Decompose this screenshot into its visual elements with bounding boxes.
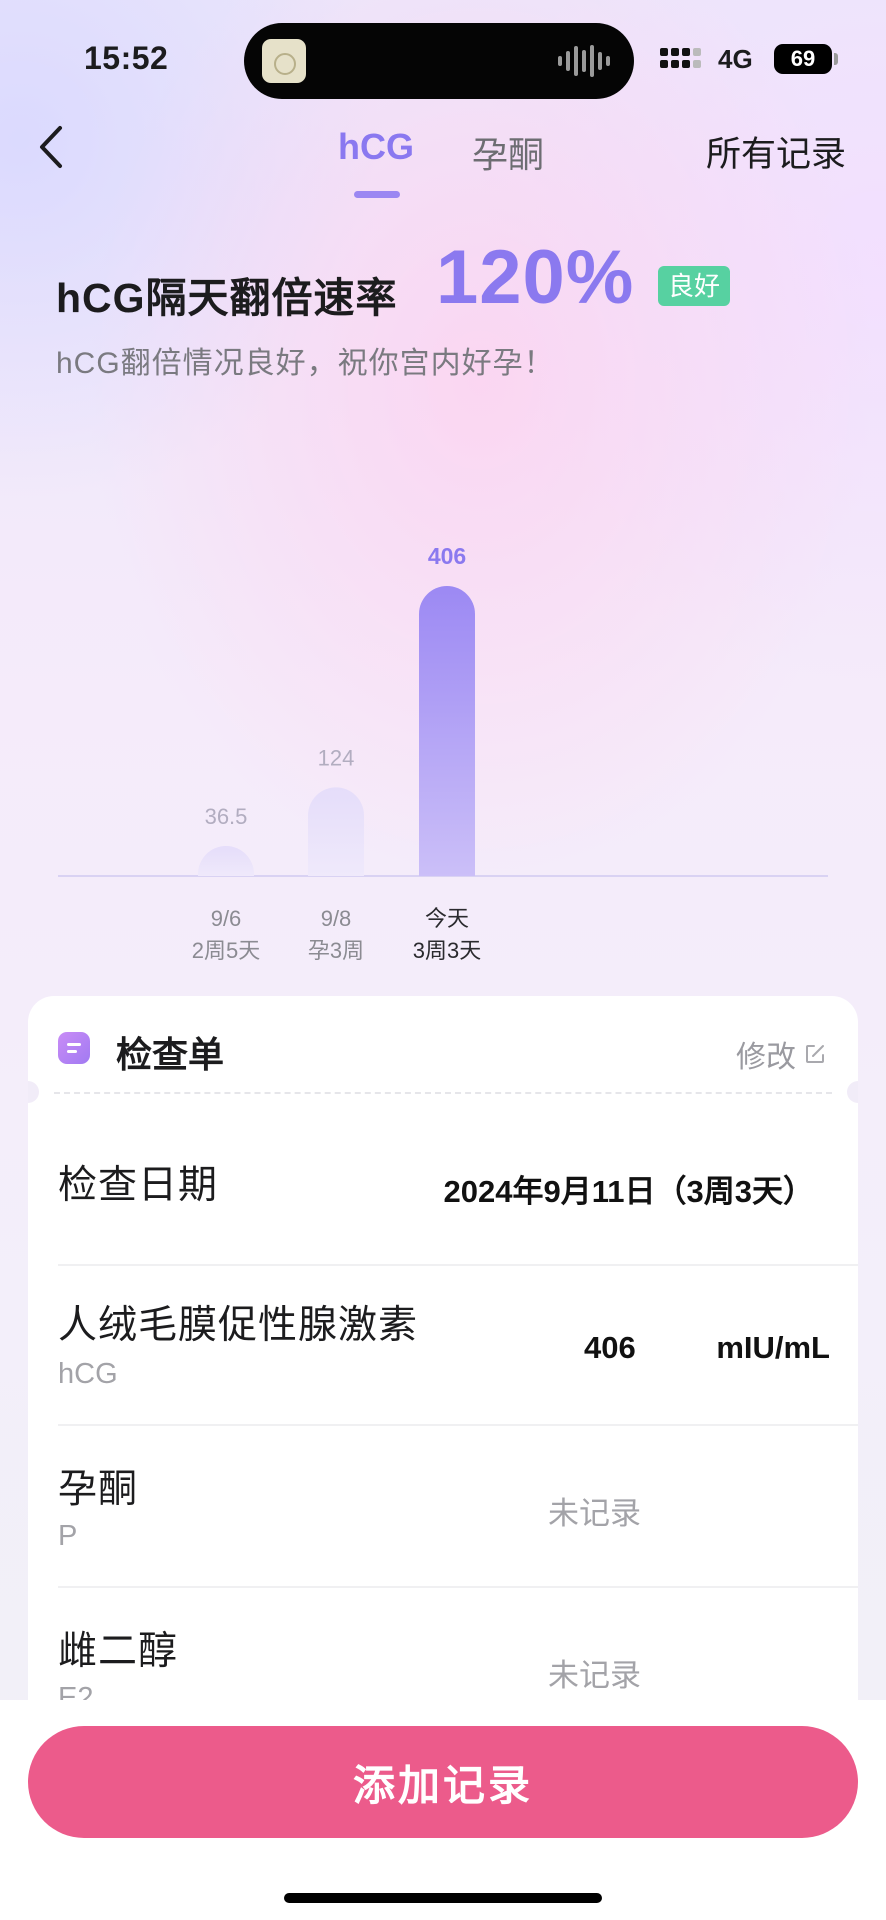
back-chevron-icon[interactable]	[36, 122, 68, 172]
chart-value-label: 406	[428, 543, 466, 569]
hcg-unit: mIU/mL	[716, 1330, 830, 1365]
record-card: 检查单 修改 检查日期 2024年9月11日（3周3天） 人绒毛膜促性腺激素 h…	[28, 996, 858, 1756]
chart-bar	[198, 846, 254, 876]
estradiol-value: 未记录	[548, 1658, 641, 1693]
doubling-rate-subtitle: hCG翻倍情况良好，祝你宫内好孕！	[56, 347, 555, 380]
check-date-label: 检查日期	[58, 1164, 219, 1207]
battery-icon: 69	[774, 44, 832, 74]
check-date-value: 2024年9月11日（3周3天）	[443, 1174, 814, 1209]
status-badge: 良好	[658, 266, 731, 306]
dynamic-island	[244, 23, 634, 99]
tab-hcg[interactable]: hCG	[338, 126, 414, 168]
hcg-sublabel: hCG	[58, 1358, 118, 1390]
all-records-link[interactable]: 所有记录	[706, 126, 846, 177]
card-divider	[54, 1092, 832, 1094]
progesterone-value: 未记录	[548, 1496, 641, 1531]
card-header: 检查单 修改	[28, 996, 858, 1092]
status-time: 15:52	[84, 40, 169, 76]
battery-tip	[834, 53, 838, 65]
chart-category-sublabel: 2周5天	[192, 938, 260, 963]
audio-wave-icon	[558, 45, 610, 77]
chart-category-label: 9/6	[211, 906, 242, 931]
tab-progesterone[interactable]: 孕酮	[472, 126, 544, 178]
progesterone-sublabel: P	[58, 1520, 78, 1552]
doubling-rate-value: 120%	[436, 235, 635, 320]
estradiol-label: 雌二醇	[58, 1630, 179, 1673]
edit-label: 修改	[736, 1041, 796, 1074]
row-divider	[58, 1264, 858, 1266]
chart-bar	[308, 787, 364, 876]
row-divider	[58, 1586, 858, 1588]
hcg-value: 406	[584, 1330, 636, 1365]
progesterone-label: 孕酮	[58, 1468, 139, 1511]
doubling-rate-label: hCG隔天翻倍速率	[56, 275, 398, 321]
chart-value-label: 124	[318, 745, 355, 770]
active-tab-indicator	[354, 191, 400, 198]
edit-icon	[806, 1045, 824, 1063]
hcg-label: 人绒毛膜促性腺激素	[58, 1304, 419, 1347]
card-title: 检查单	[116, 1034, 225, 1075]
now-playing-thumbnail	[262, 39, 306, 83]
network-type: 4G	[718, 44, 753, 74]
row-divider	[58, 1424, 858, 1426]
chart-category-sublabel: 孕3周	[308, 938, 364, 963]
chart-category-label: 9/8	[321, 906, 352, 931]
edit-button[interactable]: 修改	[736, 1032, 826, 1076]
chart-category-label: 今天	[425, 906, 469, 931]
chart-category-sublabel: 3周3天	[413, 938, 481, 963]
card-notch-right	[847, 1081, 858, 1103]
home-indicator[interactable]	[284, 1893, 602, 1903]
checklist-icon	[58, 1032, 90, 1064]
hcg-bar-chart: 36.5 9/6 2周5天 124 9/8 孕3周 406 今天 3周3天	[58, 543, 828, 963]
chart-bar	[419, 586, 475, 876]
add-record-button[interactable]: 添加记录	[28, 1726, 858, 1838]
chart-value-label: 36.5	[205, 804, 248, 829]
